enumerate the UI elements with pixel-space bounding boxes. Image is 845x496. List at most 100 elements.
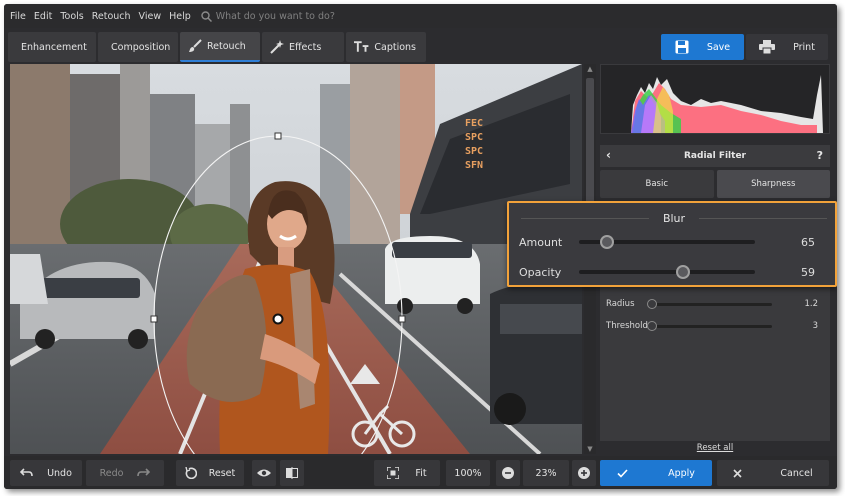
opacity-slider[interactable] xyxy=(579,265,755,279)
text-icon xyxy=(354,41,369,52)
close-icon xyxy=(733,468,742,478)
amount-slider-knob[interactable] xyxy=(600,235,615,249)
magic-wand-icon xyxy=(270,40,284,54)
redo-button[interactable]: Redo xyxy=(86,460,164,486)
brush-icon xyxy=(189,39,202,52)
save-button[interactable]: Save xyxy=(661,34,744,60)
radial-filter-header: ‹ Radial Filter ? xyxy=(600,145,830,167)
amount-label: Amount xyxy=(519,235,563,249)
redo-icon xyxy=(137,468,151,477)
radius-slider-row: Radius 1.2 xyxy=(606,297,820,311)
back-chevron-icon[interactable]: ‹ xyxy=(606,148,611,162)
compare-button[interactable] xyxy=(280,460,304,486)
menu-edit[interactable]: Edit xyxy=(30,11,56,22)
menu-help[interactable]: Help xyxy=(165,11,195,22)
panel-title: Radial Filter xyxy=(684,151,746,161)
scroll-down-icon[interactable]: ▼ xyxy=(584,444,596,454)
minus-circle-icon xyxy=(502,467,514,479)
sign-text: SPC xyxy=(465,146,483,157)
menu-retouch[interactable]: Retouch xyxy=(88,11,135,22)
tab-label: Composition xyxy=(111,41,171,53)
opacity-label: Opacity xyxy=(519,265,562,279)
threshold-slider-knob[interactable] xyxy=(647,320,657,331)
sign-text: SFN xyxy=(465,160,483,171)
reset-button[interactable]: Reset xyxy=(176,460,244,486)
reset-icon xyxy=(185,467,197,479)
zoom-out-button[interactable] xyxy=(496,460,520,486)
undo-icon xyxy=(20,468,33,477)
scroll-up-icon[interactable]: ▲ xyxy=(584,64,596,74)
apply-button[interactable]: Apply xyxy=(600,460,712,486)
search-icon xyxy=(201,10,212,22)
save-label: Save xyxy=(706,41,731,53)
apply-label: Apply xyxy=(668,467,695,479)
cancel-button[interactable]: Cancel xyxy=(717,460,829,486)
menu-view[interactable]: View xyxy=(135,11,166,22)
main-tabs: Enhancement Composition Retouch Effects … xyxy=(8,32,428,62)
tab-enhancement[interactable]: Enhancement xyxy=(8,32,96,62)
tab-composition[interactable]: Composition xyxy=(98,32,178,62)
app-window: File Edit Tools Retouch View Help Enhanc… xyxy=(4,4,837,489)
menu-file[interactable]: File xyxy=(4,11,30,22)
amount-slider-row: Amount 65 xyxy=(519,233,819,251)
zoom-level[interactable]: 23% xyxy=(523,460,569,486)
sign-text: FEC xyxy=(465,118,483,129)
printer-icon xyxy=(759,40,776,54)
checkmark-icon xyxy=(617,468,628,478)
radius-value: 1.2 xyxy=(804,299,818,309)
zoom-100-button[interactable]: 100% xyxy=(446,460,490,486)
opacity-value: 59 xyxy=(801,265,815,279)
help-icon[interactable]: ? xyxy=(817,149,823,162)
tab-retouch[interactable]: Retouch xyxy=(180,32,260,62)
undo-button[interactable]: Undo xyxy=(10,460,82,486)
print-label: Print xyxy=(793,41,815,53)
search-input[interactable] xyxy=(215,10,396,22)
cancel-label: Cancel xyxy=(780,467,813,479)
histogram-graph xyxy=(631,75,823,133)
opacity-slider-knob[interactable] xyxy=(675,265,690,279)
search-box xyxy=(201,10,396,22)
print-button[interactable]: Print xyxy=(746,34,828,60)
bottom-toolbar: Undo Redo Reset Fit 100% 23% Apply Cance… xyxy=(4,456,837,489)
tab-label: Retouch xyxy=(207,40,246,52)
filter-subtabs: Basic Sharpness xyxy=(600,170,830,198)
plus-circle-icon xyxy=(578,467,590,479)
menu-bar: File Edit Tools Retouch View Help xyxy=(4,4,837,28)
radius-label: Radius xyxy=(606,299,635,309)
threshold-slider-row: Threshold 3 xyxy=(606,319,820,333)
tab-label: Captions xyxy=(374,41,416,53)
redo-label: Redo xyxy=(99,467,124,479)
zoom-in-button[interactable] xyxy=(572,460,596,486)
tab-sharpness[interactable]: Sharpness xyxy=(716,170,830,198)
floppy-disk-icon xyxy=(675,40,689,54)
radius-slider-knob[interactable] xyxy=(647,298,657,309)
histogram xyxy=(600,64,830,134)
threshold-value: 3 xyxy=(812,321,818,331)
fit-screen-icon xyxy=(387,467,400,479)
radius-slider[interactable] xyxy=(647,298,772,309)
menu-tools[interactable]: Tools xyxy=(56,11,87,22)
eye-icon xyxy=(257,469,271,477)
threshold-slider[interactable] xyxy=(647,320,772,331)
tab-captions[interactable]: Captions xyxy=(346,32,426,62)
undo-label: Undo xyxy=(47,467,72,479)
divider xyxy=(699,218,827,219)
tab-effects[interactable]: Effects xyxy=(262,32,344,62)
amount-value: 65 xyxy=(801,235,815,249)
street-photo: FEC SPC SPC SFN xyxy=(10,64,582,454)
reset-label: Reset xyxy=(208,467,236,479)
threshold-label: Threshold xyxy=(606,321,648,331)
photo-canvas[interactable]: FEC SPC SPC SFN xyxy=(10,64,582,454)
preview-eye-button[interactable] xyxy=(252,460,276,486)
tab-basic[interactable]: Basic xyxy=(600,170,714,198)
tab-label: Enhancement xyxy=(21,41,87,53)
sign-text: SPC xyxy=(465,132,483,143)
amount-slider[interactable] xyxy=(579,235,755,249)
compare-split-icon xyxy=(286,467,298,479)
fit-label: Fit xyxy=(415,467,427,479)
blur-callout: Blur Amount 65 Opacity 59 xyxy=(507,201,837,287)
fit-button[interactable]: Fit xyxy=(374,460,440,486)
opacity-slider-row: Opacity 59 xyxy=(519,263,819,281)
tab-label: Effects xyxy=(289,41,322,53)
reset-all-link[interactable]: Reset all xyxy=(600,443,830,453)
